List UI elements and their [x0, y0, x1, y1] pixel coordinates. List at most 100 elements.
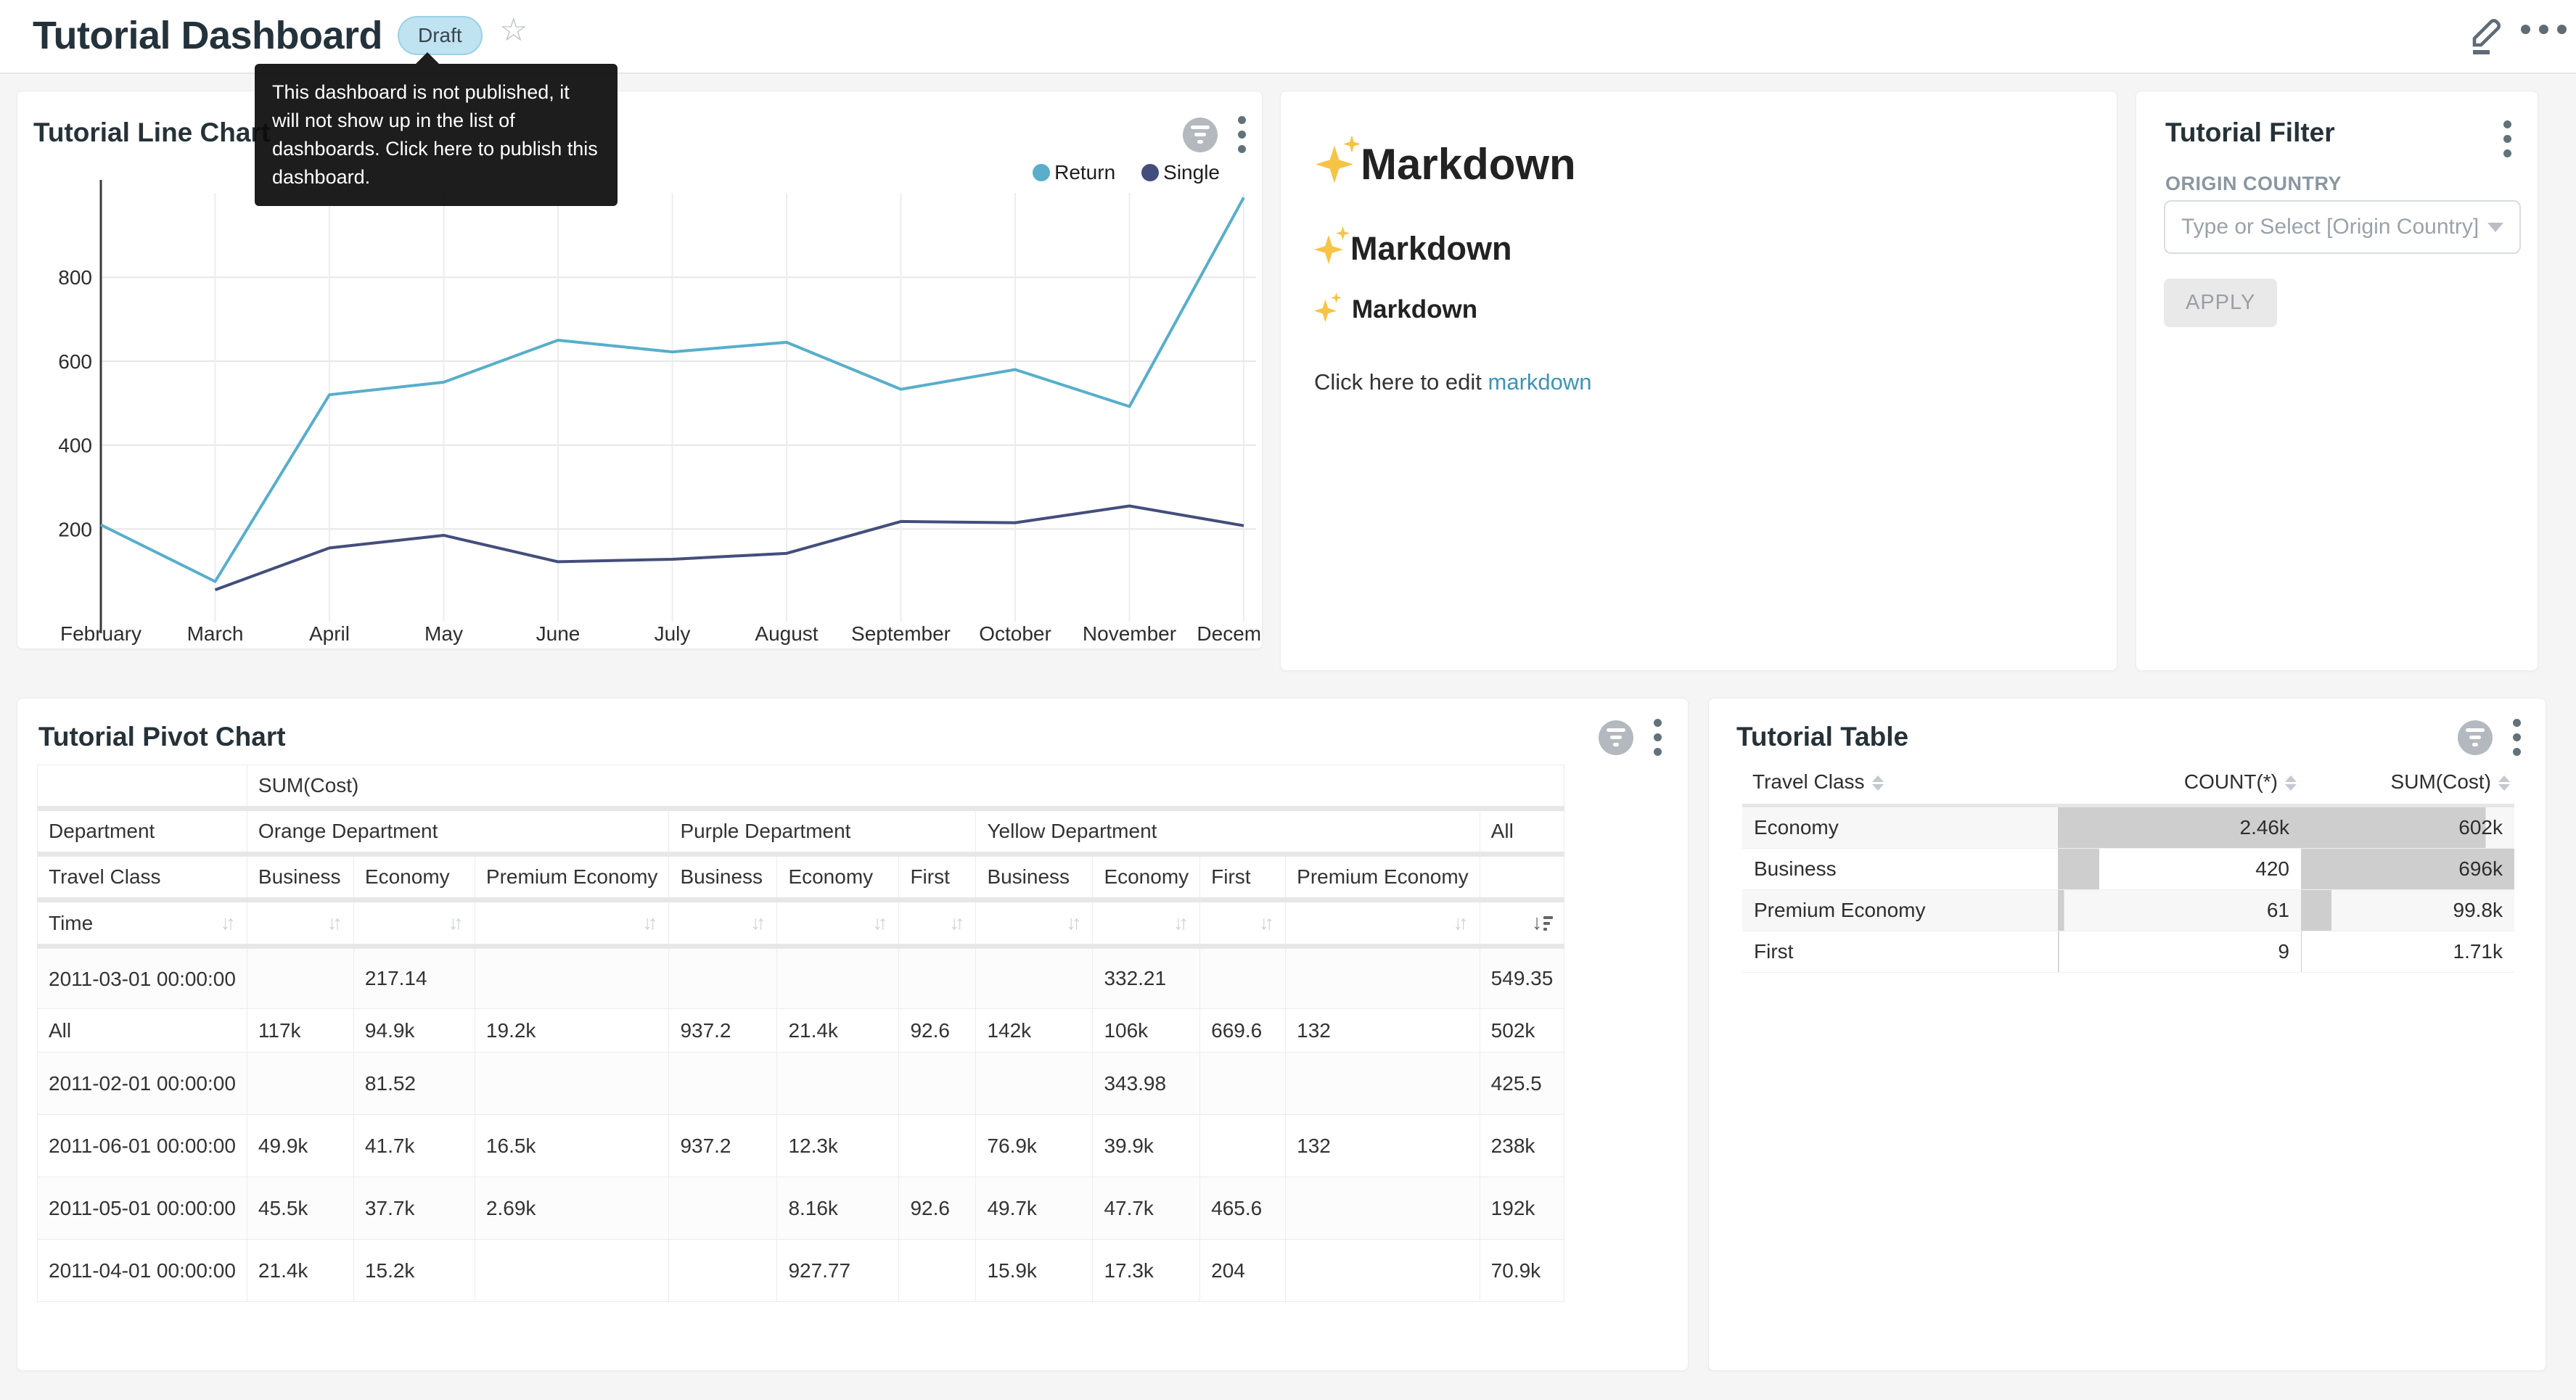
pivot-cell: 8.16k: [777, 1177, 899, 1240]
pivot-cell: 132: [1286, 1115, 1480, 1177]
pivot-cell: [777, 947, 899, 1009]
pivot-cell: [669, 947, 777, 1009]
sort-icon[interactable]: ↓↑: [1453, 912, 1469, 934]
status-badge[interactable]: Draft: [398, 16, 483, 55]
sort-icon[interactable]: ↓↑: [1173, 912, 1189, 934]
pivot-cell: [899, 1053, 976, 1115]
pivot-row-label: All: [38, 1009, 247, 1053]
sort-icon[interactable]: ↓↑: [221, 912, 236, 934]
edit-dashboard-button[interactable]: [2466, 10, 2506, 55]
pivot-cell: [1286, 1053, 1480, 1115]
sort-icon: [2498, 775, 2510, 791]
cell-travel-class: Business: [1742, 849, 2058, 890]
chevron-down-icon: [2487, 223, 2503, 232]
pivot-class-header: First: [1200, 855, 1286, 900]
pivot-cell: 39.9k: [1093, 1115, 1200, 1177]
pivot-cell: [1286, 947, 1480, 1009]
pivot-cell: 465.6: [1200, 1177, 1286, 1240]
pivot-row-label: 2011-02-01 00:00:00: [38, 1053, 247, 1115]
svg-text:800: 800: [58, 266, 92, 289]
pivot-cell: [777, 1053, 899, 1115]
svg-text:December: December: [1197, 622, 1263, 645]
pivot-class-header: Premium Economy: [1286, 855, 1480, 900]
filter-indicator-icon[interactable]: [2458, 720, 2493, 755]
filter-indicator-icon[interactable]: [1599, 720, 1633, 755]
sort-desc-icon[interactable]: ↓: [1532, 911, 1554, 935]
pivot-class-header: Business: [669, 855, 777, 900]
pivot-row-label: 2011-05-01 00:00:00: [38, 1177, 247, 1240]
filter-card: Tutorial Filter ORIGIN COUNTRY Type or S…: [2136, 91, 2538, 671]
sort-icon[interactable]: ↓↑: [1259, 912, 1274, 934]
pivot-cell: 106k: [1093, 1009, 1200, 1053]
pivot-group-header: All: [1480, 809, 1564, 855]
pivot-sort-cell[interactable]: ↓↑: [669, 900, 777, 947]
pivot-cell: [899, 947, 976, 1009]
pivot-sort-cell[interactable]: ↓↑: [1286, 900, 1480, 947]
legend-item-single[interactable]: Single: [1141, 161, 1220, 184]
sort-icon[interactable]: ↓↑: [327, 912, 342, 934]
cell-count: 61: [2058, 890, 2301, 931]
sort-icon[interactable]: ↓↑: [750, 912, 766, 934]
sort-icon[interactable]: ↓↑: [448, 912, 464, 934]
column-header-travel-class[interactable]: Travel Class: [1742, 765, 2058, 806]
origin-country-select[interactable]: Type or Select [Origin Country]: [2164, 200, 2521, 254]
pivot-kebab-menu[interactable]: [1654, 719, 1662, 756]
pivot-cell: 15.2k: [353, 1240, 475, 1302]
pivot-sort-cell[interactable]: ↓↑: [353, 900, 475, 947]
pivot-sort-cell[interactable]: ↓↑: [1093, 900, 1200, 947]
pivot-sort-cell[interactable]: ↓↑: [475, 900, 669, 947]
cell-travel-class: Premium Economy: [1742, 890, 2058, 931]
sort-icon[interactable]: ↓↑: [872, 912, 887, 934]
pivot-cell: [976, 1053, 1093, 1115]
table-row: Premium Economy6199.8k: [1742, 890, 2514, 931]
pivot-cell: 49.7k: [976, 1177, 1093, 1240]
filter-kebab-menu[interactable]: [2503, 120, 2511, 157]
header-more-menu-button[interactable]: [2521, 25, 2567, 34]
sparkles-icon: [1314, 296, 1342, 324]
pivot-cell: 142k: [976, 1009, 1093, 1053]
pivot-cell: 16.5k: [475, 1115, 669, 1177]
table-row: First91.71k: [1742, 931, 2514, 973]
pivot-sort-cell[interactable]: ↓↑: [899, 900, 976, 947]
pivot-cell: [475, 1240, 669, 1302]
legend-item-return[interactable]: Return: [1033, 161, 1115, 184]
pivot-cell: 192k: [1480, 1177, 1564, 1240]
pivot-sort-cell[interactable]: ↓↑: [976, 900, 1093, 947]
cell-count: 2.46k: [2058, 806, 2301, 849]
cell-sum-cost: 602k: [2301, 806, 2514, 849]
pivot-time-header[interactable]: Time↓↑: [38, 900, 247, 947]
chart-legend: Return Single: [1033, 161, 1220, 184]
pivot-sort-cell[interactable]: ↓↑: [1200, 900, 1286, 947]
pivot-class-header: First: [899, 855, 976, 900]
column-header-count[interactable]: COUNT(*): [2058, 765, 2301, 806]
pivot-sort-cell[interactable]: ↓↑: [247, 900, 353, 947]
sort-icon: [2285, 775, 2297, 791]
sparkles-icon: [1314, 231, 1350, 267]
pivot-cell: [669, 1177, 777, 1240]
pivot-row-label: 2011-03-01 00:00:00: [38, 947, 247, 1009]
pivot-chart-card: Tutorial Pivot Chart SUM(Cost)Department…: [17, 698, 1689, 1371]
pivot-cell: 92.6: [899, 1177, 976, 1240]
sort-icon[interactable]: ↓↑: [1066, 912, 1081, 934]
pivot-sort-cell[interactable]: ↓: [1480, 900, 1564, 947]
column-header-sum-cost[interactable]: SUM(Cost): [2301, 765, 2514, 806]
pivot-cell: 47.7k: [1093, 1177, 1200, 1240]
pivot-cell: 17.3k: [1093, 1240, 1200, 1302]
pivot-cell: 37.7k: [353, 1177, 475, 1240]
sort-icon[interactable]: ↓↑: [949, 912, 964, 934]
draft-tooltip: This dashboard is not published, it will…: [255, 64, 618, 206]
svg-text:July: July: [655, 622, 691, 645]
sort-icon[interactable]: ↓↑: [642, 912, 657, 934]
table-kebab-menu[interactable]: [2513, 719, 2521, 756]
pivot-cell: 21.4k: [777, 1009, 899, 1053]
markdown-h1: Markdown: [1314, 139, 2083, 189]
pivot-cell: 41.7k: [353, 1115, 475, 1177]
pivot-class-header: [1480, 855, 1564, 900]
markdown-edit-link[interactable]: markdown: [1488, 369, 1592, 395]
pivot-sort-cell[interactable]: ↓↑: [777, 900, 899, 947]
page-title: Tutorial Dashboard: [33, 13, 382, 58]
apply-button[interactable]: APPLY: [2164, 279, 2277, 327]
pivot-cell: 217.14: [353, 947, 475, 1009]
pivot-cell: [899, 1240, 976, 1302]
favorite-star-icon[interactable]: ☆: [499, 12, 528, 49]
